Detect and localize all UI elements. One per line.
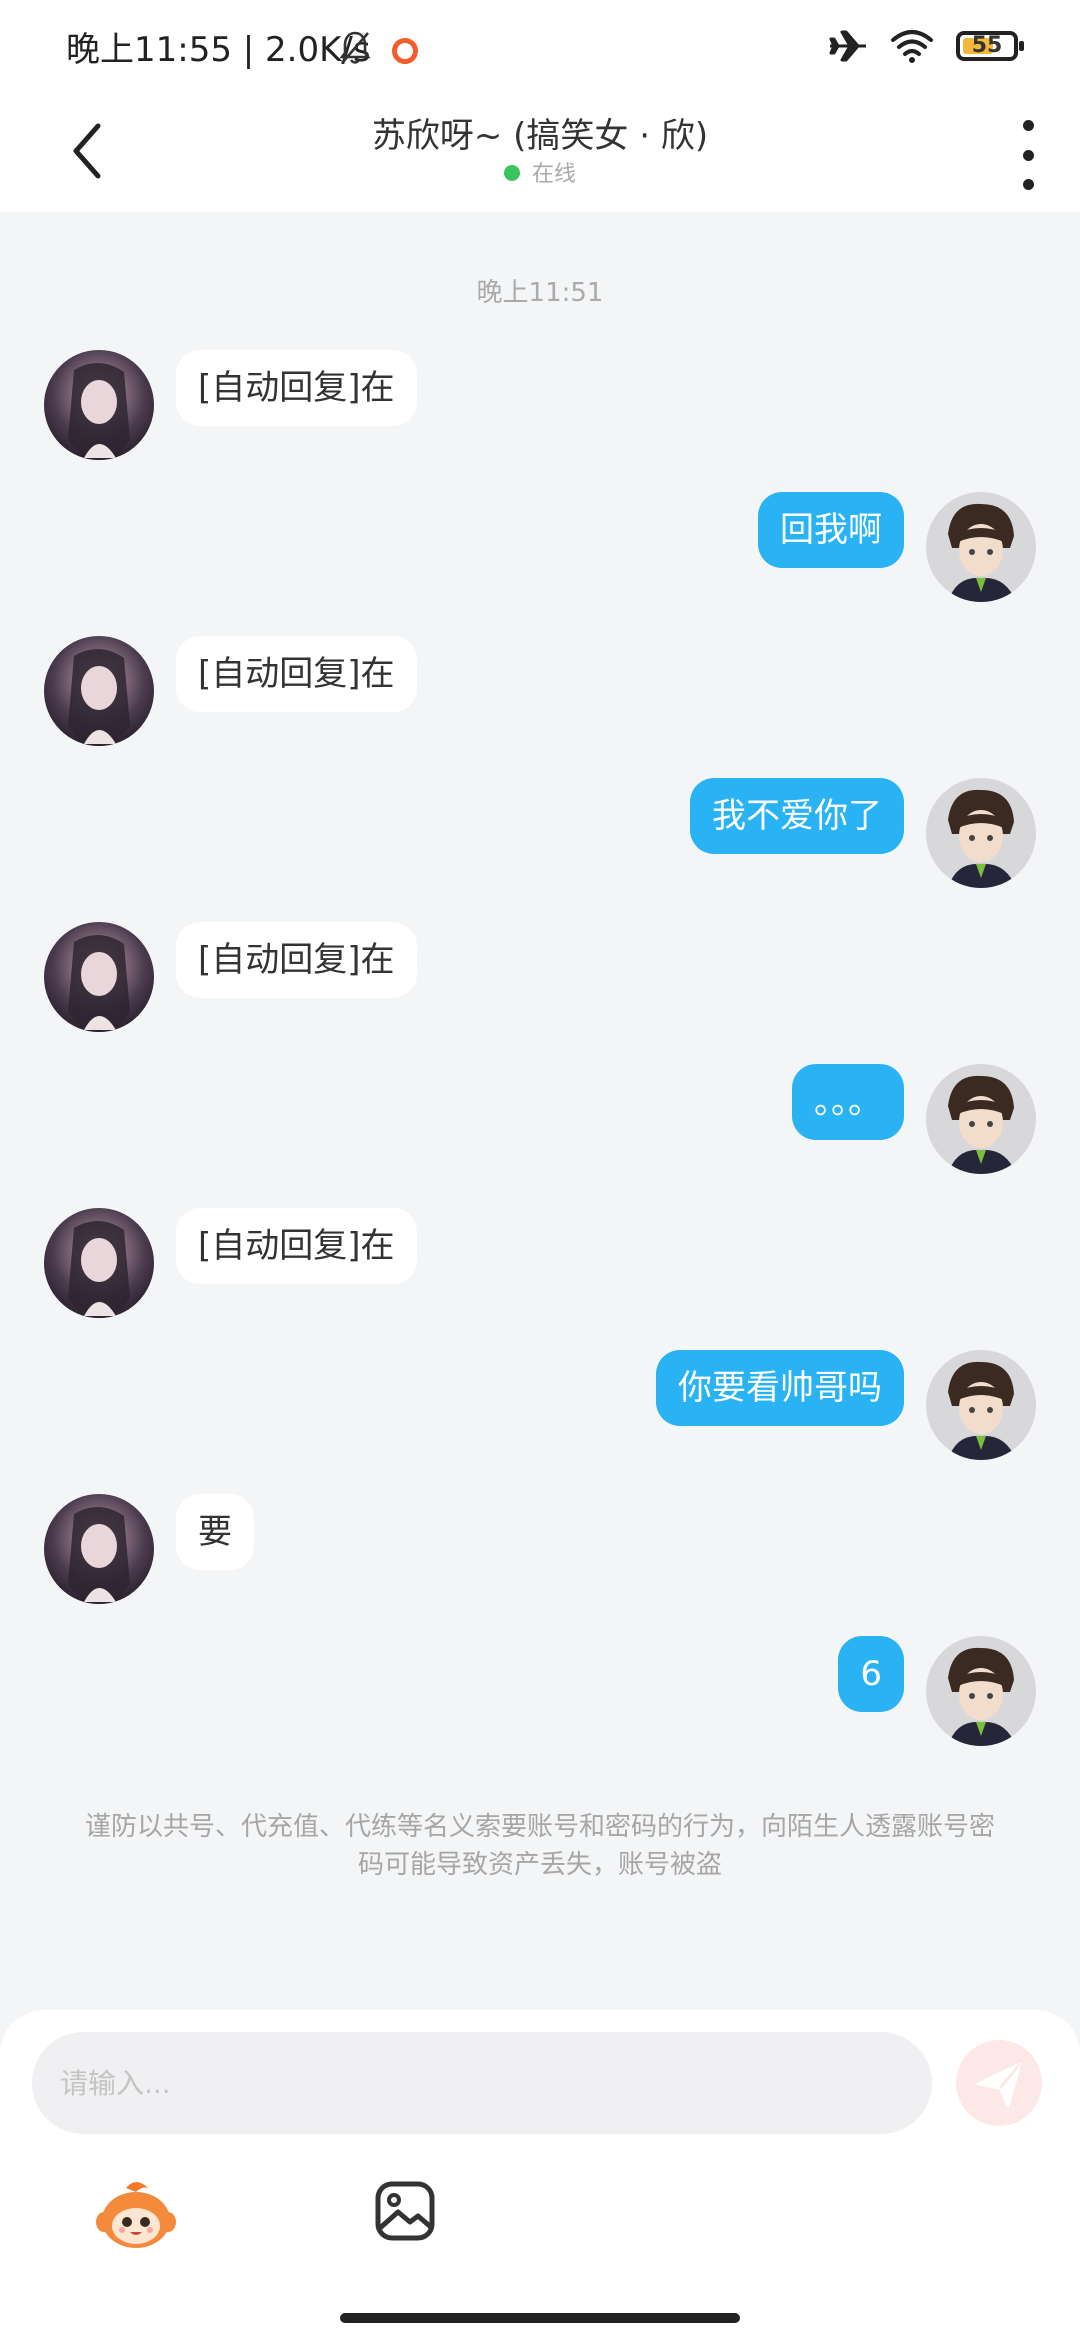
home-indicator[interactable] (340, 2313, 740, 2323)
system-icons: 55 (828, 26, 1024, 66)
message-bubble-incoming[interactable]: [自动回复]在 (176, 922, 417, 998)
message-row: [自动回复]在 (0, 1208, 1080, 1318)
message-bubble-outgoing[interactable]: 6 (838, 1636, 904, 1712)
message-row: [自动回复]在 (0, 636, 1080, 746)
my-avatar[interactable] (926, 1350, 1036, 1460)
message-row: 我不爱你了 (0, 778, 1080, 888)
message-row: [自动回复]在 (0, 350, 1080, 460)
message-bubble-outgoing[interactable]: 回我啊 (758, 492, 904, 568)
message-bubble-incoming[interactable]: 要 (176, 1494, 254, 1570)
message-row: 回我啊 (0, 492, 1080, 602)
chat-header: 苏欣呀~ (搞笑女 · 欣) 在线 (0, 96, 1080, 212)
send-button[interactable] (956, 2040, 1042, 2126)
status-time-speed: 晚上11:55 | 2.0K/s (66, 30, 371, 70)
chat-messages[interactable]: 晚上11:51 [自动回复]在 回我啊 [自动回复]在 我不爱你了 [自动回复]… (0, 212, 1080, 2012)
status-bar: 晚上11:55 | 2.0K/s 55 (0, 0, 1080, 96)
contact-avatar[interactable] (44, 1208, 154, 1318)
mascot-emoji-icon[interactable] (96, 2176, 176, 2256)
bell-muted-icon (339, 31, 371, 64)
contact-avatar[interactable] (44, 922, 154, 1032)
online-status: 在线 (0, 156, 1080, 188)
message-bubble-outgoing[interactable]: 你要看帅哥吗 (656, 1350, 904, 1426)
composer-panel (0, 2010, 1080, 2340)
online-label: 在线 (531, 162, 576, 187)
security-notice: 谨防以共号、代充值、代练等名义索要账号和密码的行为，向陌生人透露账号密码可能导致… (84, 1812, 995, 1880)
send-icon (976, 2062, 1022, 2108)
my-avatar[interactable] (926, 492, 1036, 602)
more-options-icon[interactable] (1016, 120, 1040, 190)
message-row: 。。。 (0, 1064, 1080, 1174)
contact-avatar[interactable] (44, 636, 154, 746)
battery-level: 55 (971, 33, 1003, 58)
wifi-icon (891, 30, 933, 63)
message-bubble-incoming[interactable]: [自动回复]在 (176, 636, 417, 712)
message-bubble-outgoing[interactable]: 我不爱你了 (690, 778, 904, 854)
message-row: 6 (0, 1636, 1080, 1746)
message-row: 要 (0, 1494, 1080, 1604)
contact-name: 苏欣呀~ (搞笑女 · 欣) (371, 116, 709, 156)
message-row: 你要看帅哥吗 (0, 1350, 1080, 1460)
my-avatar[interactable] (926, 1636, 1036, 1746)
image-picker-icon[interactable] (374, 2180, 436, 2242)
message-bubble-incoming[interactable]: [自动回复]在 (176, 1208, 417, 1284)
contact-avatar[interactable] (44, 350, 154, 460)
my-avatar[interactable] (926, 1064, 1036, 1174)
recording-indicator-icon (392, 38, 418, 64)
message-bubble-incoming[interactable]: [自动回复]在 (176, 350, 417, 426)
message-bubble-outgoing[interactable]: 。。。 (792, 1064, 904, 1140)
online-dot-icon (503, 165, 520, 181)
message-input[interactable] (32, 2032, 932, 2134)
battery-icon: 55 (956, 31, 1024, 61)
airplane-mode-icon (829, 30, 866, 62)
contact-avatar[interactable] (44, 1494, 154, 1604)
message-row: [自动回复]在 (0, 922, 1080, 1032)
message-timestamp: 晚上11:51 (476, 278, 604, 308)
my-avatar[interactable] (926, 778, 1036, 888)
